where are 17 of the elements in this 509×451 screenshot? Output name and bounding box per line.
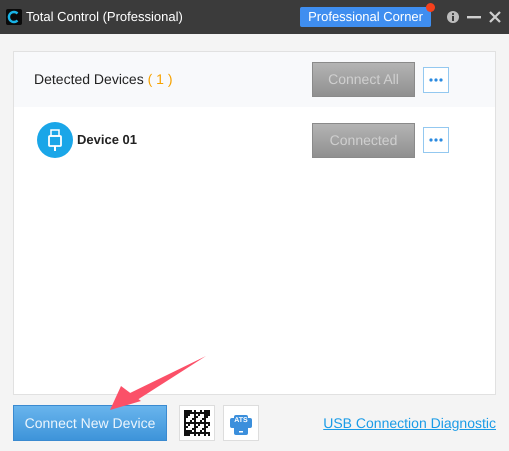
usb-connection-diagnostic-link[interactable]: USB Connection Diagnostic (323, 412, 496, 434)
info-icon[interactable] (447, 11, 459, 23)
app-logo-icon (6, 9, 22, 25)
detected-devices-heading: Detected Devices ( 1 ) (34, 70, 172, 89)
more-icon (429, 78, 443, 82)
minimize-icon[interactable] (467, 16, 481, 18)
more-button[interactable] (423, 127, 449, 153)
device-name: Device 01 (77, 131, 137, 150)
usb-device-icon (37, 122, 73, 158)
window-title: Total Control (Professional) (26, 8, 183, 26)
connect-new-device-button[interactable]: Connect New Device (13, 405, 167, 441)
more-button[interactable] (423, 66, 449, 92)
more-icon (429, 138, 443, 142)
qr-code-icon (184, 410, 210, 436)
close-icon[interactable] (489, 11, 501, 23)
qr-code-button[interactable] (179, 405, 215, 441)
ats-device-icon (230, 414, 252, 435)
